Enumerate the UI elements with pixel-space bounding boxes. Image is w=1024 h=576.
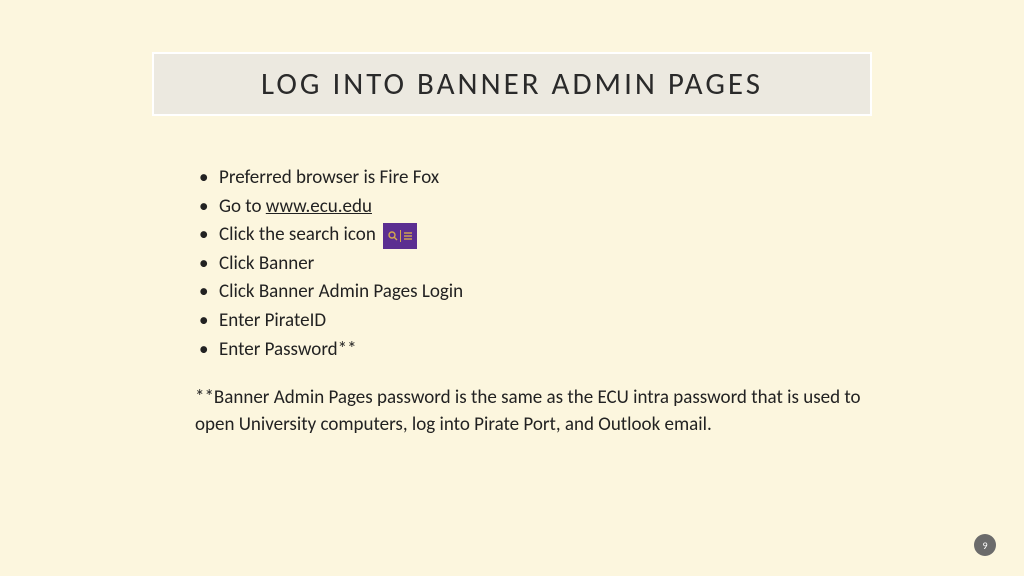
list-item: Click Banner [195, 251, 875, 278]
title-box: LOG INTO BANNER ADMIN PAGES [152, 52, 872, 116]
list-item: Preferred browser is Fire Fox [195, 165, 875, 192]
list-item: Go to www.ecu.edu [195, 194, 875, 221]
list-item-text: Go to [219, 195, 266, 218]
hamburger-icon [403, 231, 413, 241]
list-item: Enter Password** [195, 337, 875, 364]
list-item: Enter PirateID [195, 308, 875, 335]
magnifier-icon [388, 231, 398, 241]
footnote: **Banner Admin Pages password is the sam… [195, 385, 875, 438]
page-number: 9 [974, 534, 996, 556]
divider-icon [400, 230, 401, 242]
ecu-link[interactable]: www.ecu.edu [266, 195, 372, 218]
content-area: Preferred browser is Fire Fox Go to www.… [195, 165, 875, 438]
slide-title: LOG INTO BANNER ADMIN PAGES [261, 65, 763, 103]
bullet-list: Preferred browser is Fire Fox Go to www.… [195, 165, 875, 363]
search-menu-icon [383, 223, 417, 249]
list-item: Click Banner Admin Pages Login [195, 279, 875, 306]
list-item: Click the search icon [195, 222, 875, 249]
list-item-text: Click the search icon [219, 223, 376, 246]
